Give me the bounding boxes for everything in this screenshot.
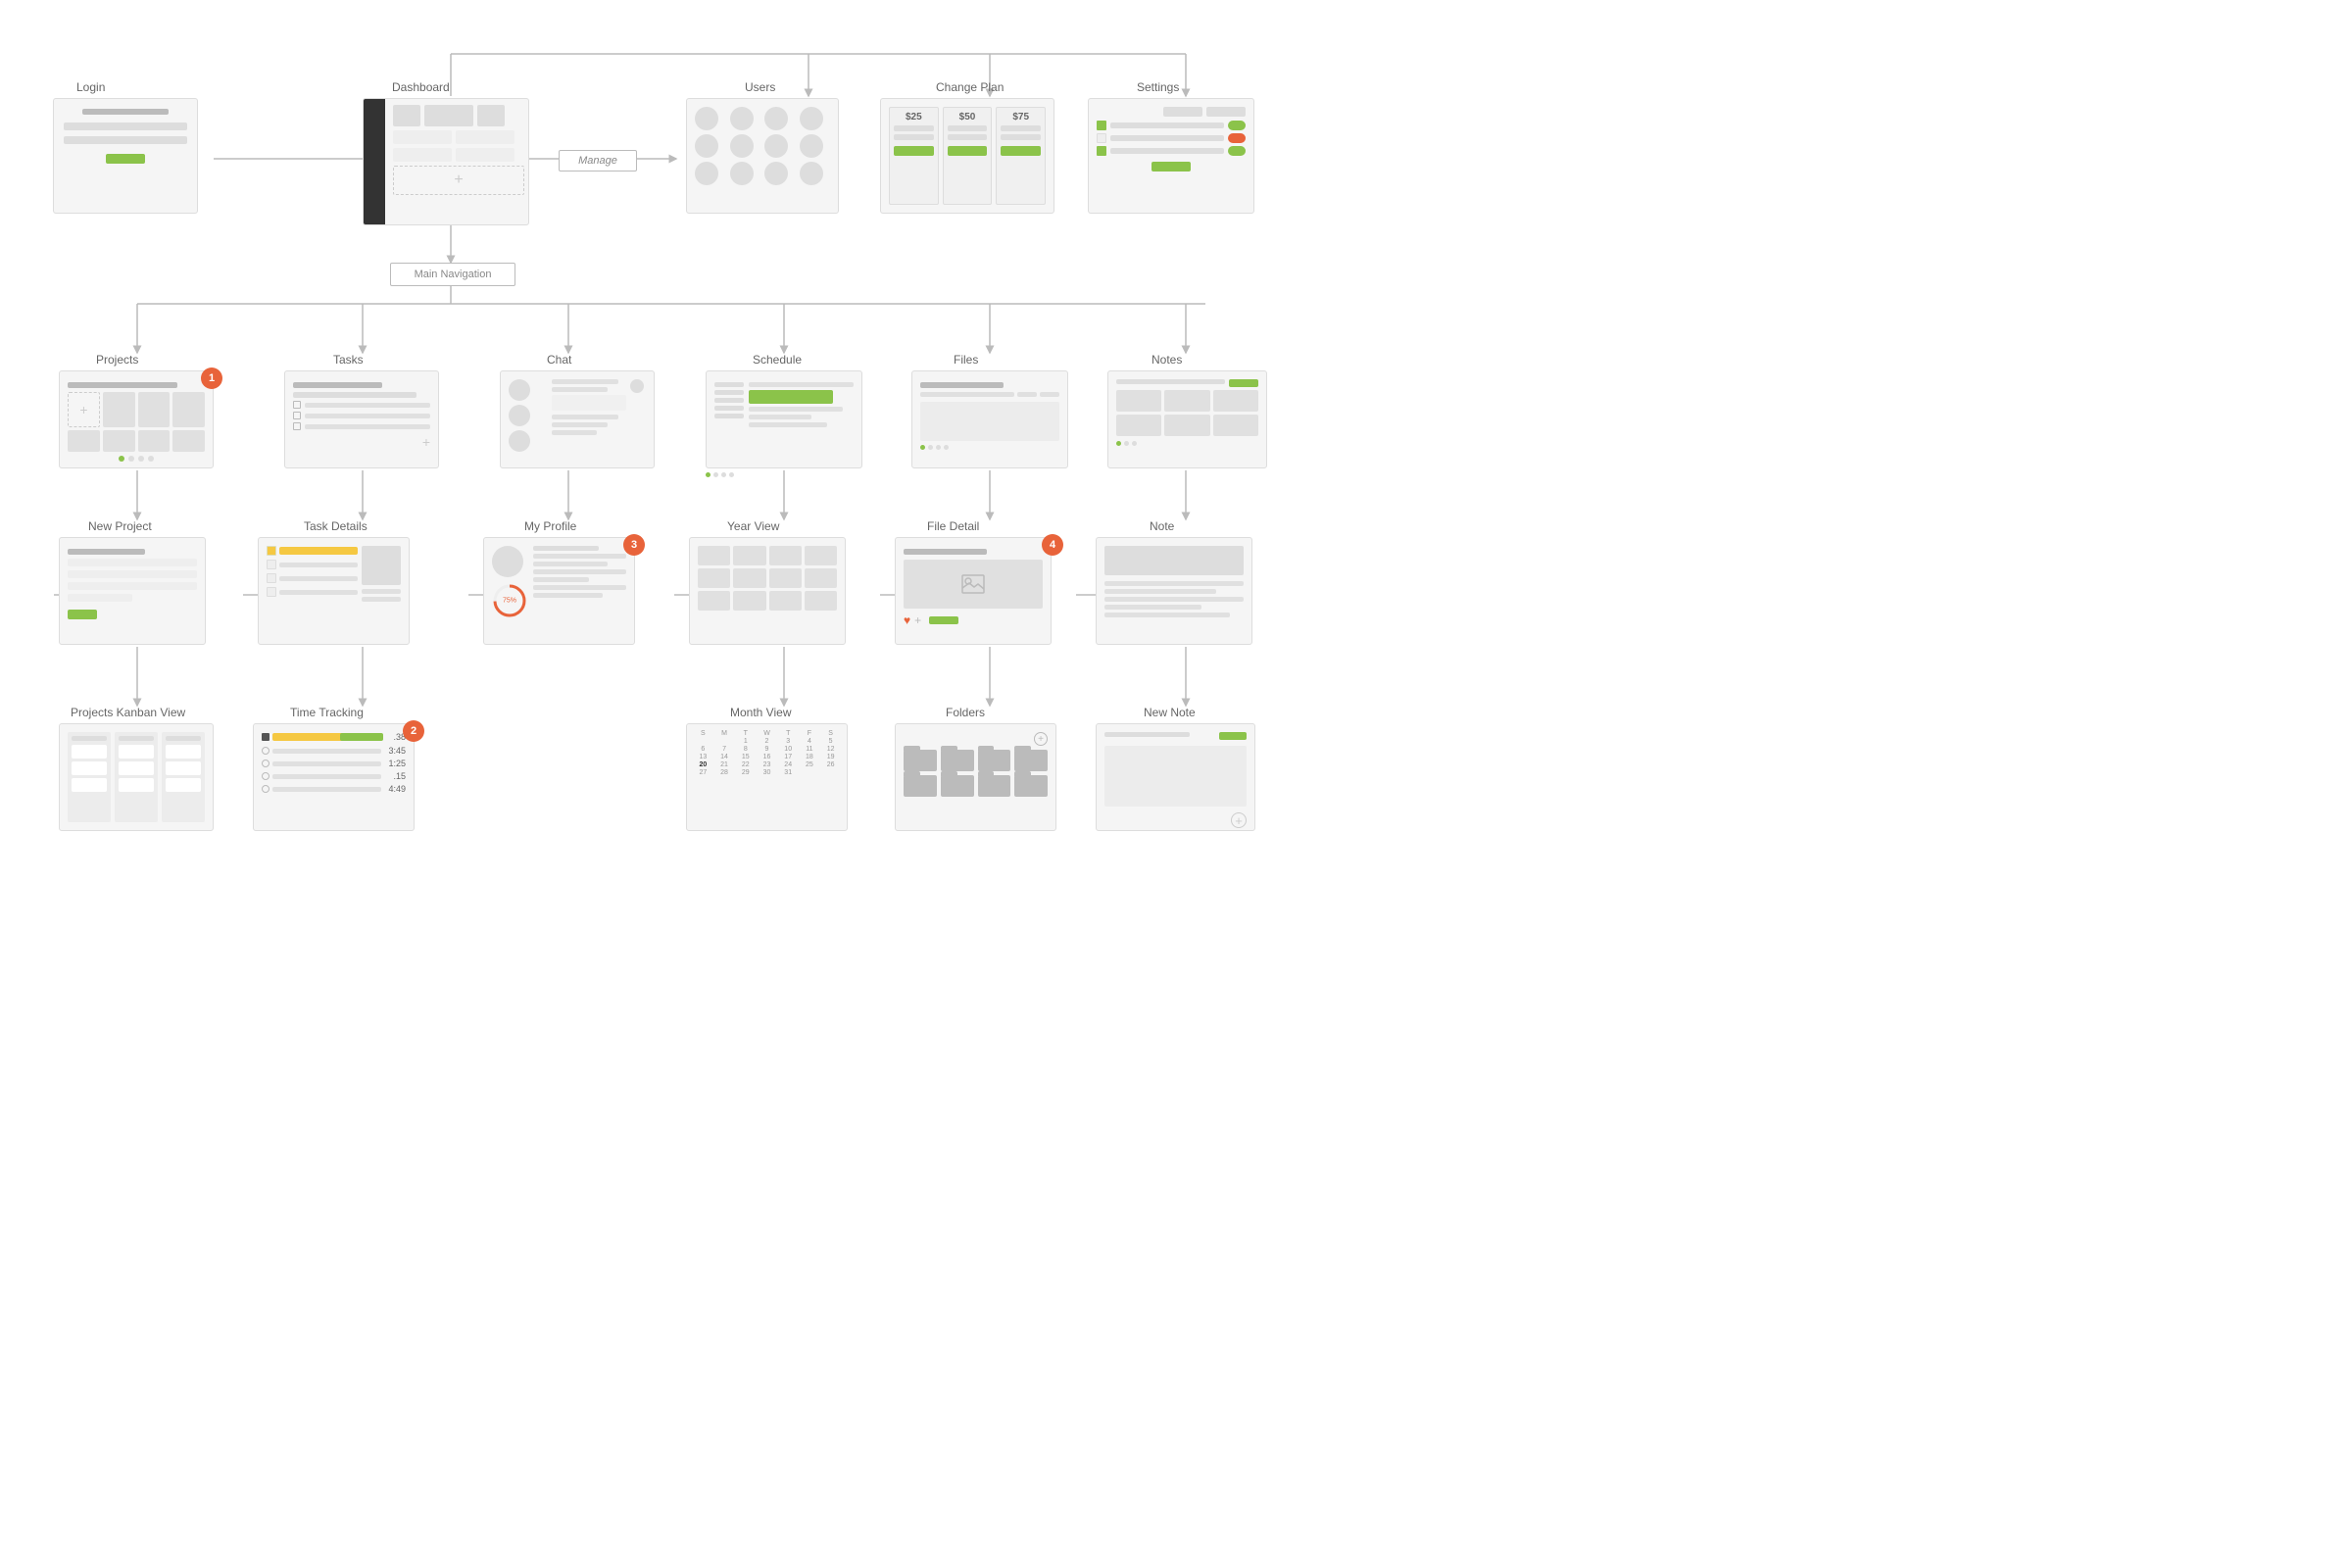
files-wireframe	[911, 370, 1068, 468]
schedule-wireframe	[706, 370, 862, 468]
file-detail-label: File Detail	[927, 519, 979, 533]
file-detail-badge: 4	[1042, 534, 1063, 556]
time-tracking-wireframe: .38 3:45 1:25 .15 4:49	[253, 723, 415, 831]
chat-label: Chat	[547, 353, 571, 367]
new-note-wireframe: +	[1096, 723, 1255, 831]
settings-wireframe	[1088, 98, 1254, 214]
note-wireframe	[1096, 537, 1252, 645]
change-plan-label: Change Plan	[936, 80, 1004, 94]
task-details-label: Task Details	[304, 519, 368, 533]
kanban-label: Projects Kanban View	[71, 706, 185, 719]
dashboard-label: Dashboard	[392, 80, 450, 94]
files-label: Files	[954, 353, 978, 367]
tasks-label: Tasks	[333, 353, 364, 367]
notes-label: Notes	[1152, 353, 1182, 367]
year-view-wireframe	[689, 537, 846, 645]
folders-label: Folders	[946, 706, 985, 719]
new-note-label: New Note	[1144, 706, 1196, 719]
notes-wireframe	[1107, 370, 1267, 468]
new-project-label: New Project	[88, 519, 152, 533]
projects-label: Projects	[96, 353, 138, 367]
dashboard-wireframe: +	[363, 98, 529, 225]
tasks-wireframe: +	[284, 370, 439, 468]
month-view-wireframe: SMTWTFS 12345 6789101112 13141516171819 …	[686, 723, 848, 831]
schedule-label: Schedule	[753, 353, 802, 367]
kanban-wireframe	[59, 723, 214, 831]
login-wireframe	[53, 98, 198, 214]
diagram-container: Login Dashboard +	[0, 0, 2352, 1568]
file-detail-wireframe: ♥ +	[895, 537, 1052, 645]
time-tracking-badge: 2	[403, 720, 424, 742]
folders-wireframe: +	[895, 723, 1056, 831]
task-details-wireframe	[258, 537, 410, 645]
new-project-wireframe	[59, 537, 206, 645]
my-profile-badge: 3	[623, 534, 645, 556]
note-label: Note	[1150, 519, 1174, 533]
main-nav-box: Main Navigation	[390, 263, 515, 286]
month-view-label: Month View	[730, 706, 791, 719]
users-label: Users	[745, 80, 775, 94]
my-profile-wireframe: 75%	[483, 537, 635, 645]
manage-button[interactable]: Manage	[559, 150, 637, 172]
year-view-label: Year View	[727, 519, 779, 533]
my-profile-label: My Profile	[524, 519, 576, 533]
change-plan-wireframe: $25 $50 $75	[880, 98, 1054, 214]
chat-wireframe	[500, 370, 655, 468]
users-wireframe	[686, 98, 839, 214]
login-label: Login	[76, 80, 105, 94]
projects-wireframe: +	[59, 370, 214, 468]
projects-badge: 1	[201, 368, 222, 389]
time-tracking-label: Time Tracking	[290, 706, 364, 719]
settings-label: Settings	[1137, 80, 1179, 94]
